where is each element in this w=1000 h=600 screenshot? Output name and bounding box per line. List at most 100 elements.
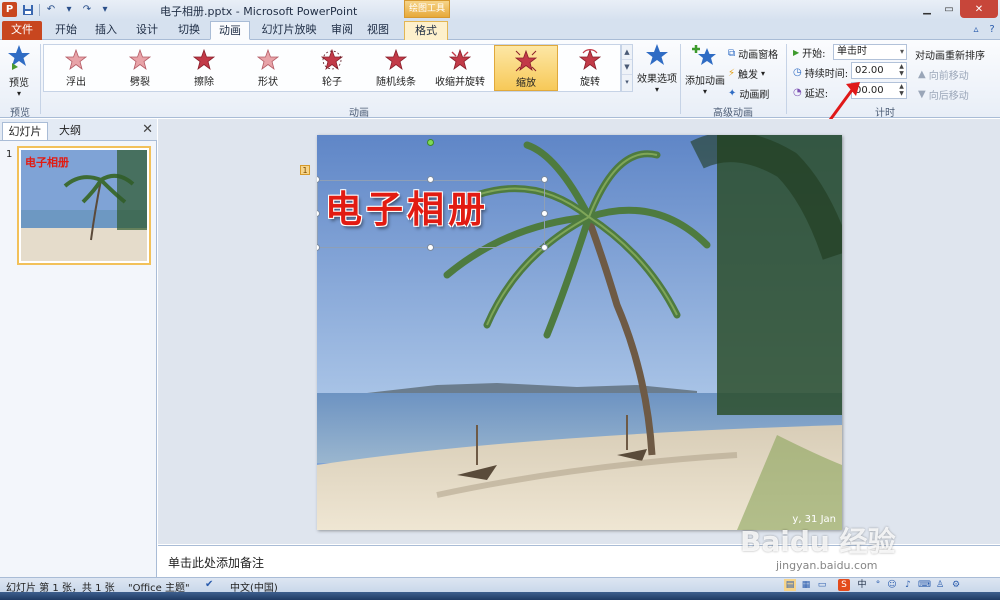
tab-insert[interactable]: 插入	[88, 21, 124, 40]
move-later-button[interactable]: ▼ 向后移动	[918, 87, 969, 102]
animation-float-in[interactable]: 浮出	[44, 45, 108, 91]
emoji-icon[interactable]: ☺	[886, 579, 898, 591]
star-icon	[385, 49, 407, 71]
gallery-scroll-up[interactable]: ▲	[622, 45, 632, 60]
tab-slides[interactable]: 幻灯片	[2, 122, 48, 140]
tab-home[interactable]: 开始	[48, 21, 84, 40]
keyboard-icon[interactable]: ⌨	[918, 579, 931, 591]
start-select[interactable]: 单击时 ▾	[833, 44, 907, 60]
clock-icon: ◔	[793, 87, 802, 98]
star-icon	[193, 49, 215, 71]
delay-spinner[interactable]: ▲ ▼	[897, 83, 906, 98]
sogou-input-icon[interactable]: S	[838, 579, 850, 591]
tab-view[interactable]: 视图	[362, 21, 394, 40]
duration-spinner[interactable]: ▲ ▼	[897, 63, 906, 78]
resize-handle[interactable]	[541, 244, 548, 251]
redo-icon[interactable]: ↷	[80, 3, 94, 17]
animation-painter-button[interactable]: ✦ 动画刷	[728, 86, 769, 101]
animation-pane-label: 动画窗格	[738, 50, 779, 61]
animation-random-bars[interactable]: 随机线条	[364, 45, 428, 91]
animation-spin[interactable]: 旋转	[558, 45, 622, 91]
save-icon[interactable]	[21, 3, 35, 17]
star-icon	[129, 49, 151, 71]
microphone-icon[interactable]: ♪	[902, 579, 914, 591]
animation-zoom[interactable]: 缩放	[494, 45, 558, 91]
tab-animations[interactable]: 动画	[210, 21, 250, 40]
animation-painter-label: 动画刷	[739, 90, 770, 101]
resize-handle[interactable]	[541, 176, 548, 183]
preview-label: 预览	[9, 78, 29, 89]
input-mode-icon[interactable]: 中	[856, 579, 868, 591]
chevron-down-icon: ▾	[761, 69, 766, 78]
animation-wipe[interactable]: 擦除	[172, 45, 236, 91]
resize-handle[interactable]	[427, 244, 434, 251]
animation-split[interactable]: 劈裂	[108, 45, 172, 91]
animation-label: 浮出	[66, 77, 86, 88]
tab-format[interactable]: 格式	[404, 21, 448, 40]
move-earlier-button[interactable]: ▲ 向前移动	[918, 67, 969, 82]
slide-sorter-icon[interactable]: ▦	[800, 579, 812, 591]
gallery-scroll-down[interactable]: ▼	[622, 60, 632, 75]
rotation-handle[interactable]	[427, 139, 434, 146]
window-title: 电子相册.pptx - Microsoft PowerPoint	[160, 5, 358, 18]
animation-label: 劈裂	[130, 77, 150, 88]
move-later-label: 向后移动	[928, 91, 969, 102]
add-animation-icon	[692, 45, 716, 65]
windows-taskbar	[0, 592, 1000, 600]
effect-options-button[interactable]: 效果选项 ▾	[636, 43, 678, 94]
maximize-button[interactable]: ▭	[938, 0, 960, 18]
tab-review[interactable]: 审阅	[326, 21, 358, 40]
resize-handle[interactable]	[541, 210, 548, 217]
minimize-button[interactable]: ▁	[916, 0, 938, 18]
animation-order-tag[interactable]: 1	[300, 165, 310, 175]
animation-wheel[interactable]: 轮子	[300, 45, 364, 91]
slide-canvas[interactable]: 电子相册 y, 31 Jan	[317, 135, 842, 530]
tab-file[interactable]: 文件	[2, 21, 42, 40]
gallery-more[interactable]: ▾	[622, 75, 632, 90]
slide-number: 1	[6, 149, 13, 160]
undo-icon[interactable]: ↶	[44, 3, 58, 17]
context-tool-label: 绘图工具	[404, 0, 450, 18]
start-label-text: 开始:	[802, 49, 826, 60]
chevron-down-icon: ▾	[16, 89, 21, 98]
powerpoint-logo-icon[interactable]: P	[2, 2, 17, 17]
skin-icon[interactable]: ♙	[934, 579, 946, 591]
trigger-label: 触发	[738, 70, 759, 81]
punctuation-icon[interactable]: °	[872, 579, 884, 591]
notes-placeholder: 单击此处添加备注	[168, 556, 265, 570]
animation-group-label: 动画	[349, 108, 369, 119]
baidu-watermark-logo: Baidu 经验	[740, 525, 896, 558]
add-animation-button[interactable]: 添加动画 ▾	[684, 43, 726, 96]
tab-design[interactable]: 设计	[128, 21, 166, 40]
painter-icon: ✦	[728, 88, 737, 99]
minimize-ribbon-icon[interactable]: ▵	[970, 24, 982, 36]
tab-transitions[interactable]: 切换	[170, 21, 208, 40]
normal-view-icon[interactable]: ▤	[784, 579, 796, 591]
reorder-title: 对动画重新排序	[915, 47, 985, 62]
animation-shape[interactable]: 形状	[236, 45, 300, 91]
chevron-down-icon[interactable]: ▾	[62, 3, 76, 17]
close-icon[interactable]: ✕	[142, 122, 153, 137]
star-icon	[449, 49, 471, 71]
tab-slideshow[interactable]: 幻灯片放映	[254, 21, 324, 40]
chevron-down-icon: ▾	[654, 85, 659, 94]
help-icon[interactable]: ?	[986, 24, 998, 36]
animation-pane-icon: ⧉	[728, 48, 736, 59]
tab-outline[interactable]: 大纲	[50, 122, 90, 140]
trigger-button[interactable]: ⚡ 触发 ▾	[728, 66, 765, 81]
preview-button[interactable]: 预览 ▾	[2, 43, 36, 101]
gallery-scrollbar: ▲ ▼ ▾	[621, 44, 633, 92]
animation-label: 擦除	[194, 77, 214, 88]
spellcheck-icon[interactable]: ✔	[205, 579, 213, 590]
animation-shrink-turn[interactable]: 收缩并旋转	[428, 45, 492, 91]
settings-icon[interactable]: ⚙	[950, 579, 962, 591]
slide-thumbnail[interactable]: 电子相册	[17, 146, 151, 265]
slide-title[interactable]: 电子相册	[325, 179, 489, 233]
reading-view-icon[interactable]: ▭	[816, 579, 828, 591]
customize-toolbar-icon[interactable]: ▾	[98, 3, 112, 17]
star-icon	[579, 49, 601, 71]
reorder-title-text: 对动画重新排序	[915, 51, 985, 62]
preview-star-icon	[8, 45, 30, 70]
animation-pane-button[interactable]: ⧉ 动画窗格	[728, 46, 778, 61]
close-button[interactable]: ✕	[960, 0, 998, 18]
